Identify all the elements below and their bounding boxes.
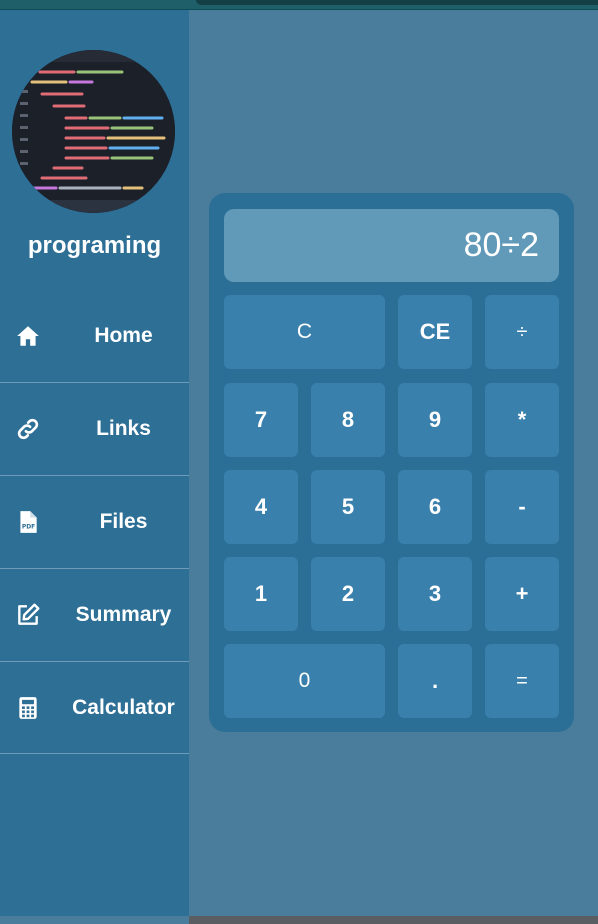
equals-button[interactable]: = [485,644,559,718]
minus-button[interactable]: - [485,470,559,544]
sidebar-item-label: Calculator [72,695,175,719]
sidebar-item-home[interactable]: Home [0,290,189,383]
sidebar-nav: Home Links PDF Files Summary Calculator [0,290,189,754]
horizontal-scrollbar[interactable] [189,916,598,924]
clear-entry-button[interactable]: CE [398,295,472,369]
divide-button[interactable]: ÷ [485,295,559,369]
calculator-display: 80÷2 [224,209,559,282]
svg-text:PDF: PDF [22,524,35,531]
profile-avatar [12,50,175,213]
sidebar-item-label: Links [96,417,151,440]
digit-6-button[interactable]: 6 [398,470,472,544]
edit-icon [14,601,42,629]
digit-9-button[interactable]: 9 [398,383,472,457]
calculator: 80÷2 C CE ÷ 7 8 9 * 4 5 6 - 1 2 3 + 0 . … [209,193,574,732]
profile-name: programing [27,232,162,259]
sidebar-item-links[interactable]: Links [0,383,189,476]
home-icon [14,322,42,350]
sidebar-item-summary[interactable]: Summary [0,569,189,662]
sidebar-item-label: Home [94,324,153,347]
clear-button[interactable]: C [224,295,385,369]
digit-2-button[interactable]: 2 [311,557,385,631]
sidebar: programing Home Links PDF Files Summary … [0,10,189,916]
sidebar-item-files[interactable]: PDF Files [0,476,189,569]
digit-1-button[interactable]: 1 [224,557,298,631]
digit-3-button[interactable]: 3 [398,557,472,631]
calculator-icon [14,694,42,722]
pdf-file-icon: PDF [14,508,42,536]
digit-4-button[interactable]: 4 [224,470,298,544]
digit-7-button[interactable]: 7 [224,383,298,457]
digit-8-button[interactable]: 8 [311,383,385,457]
window-top-bar [0,0,598,10]
sidebar-item-label: Files [99,510,148,533]
decimal-point-button[interactable]: . [398,644,472,718]
sidebar-item-calculator[interactable]: Calculator [0,662,189,754]
plus-button[interactable]: + [485,557,559,631]
link-icon [14,415,42,443]
digit-0-button[interactable]: 0 [224,644,385,718]
sidebar-item-label: Summary [75,603,172,626]
digit-5-button[interactable]: 5 [311,470,385,544]
multiply-button[interactable]: * [485,383,559,457]
